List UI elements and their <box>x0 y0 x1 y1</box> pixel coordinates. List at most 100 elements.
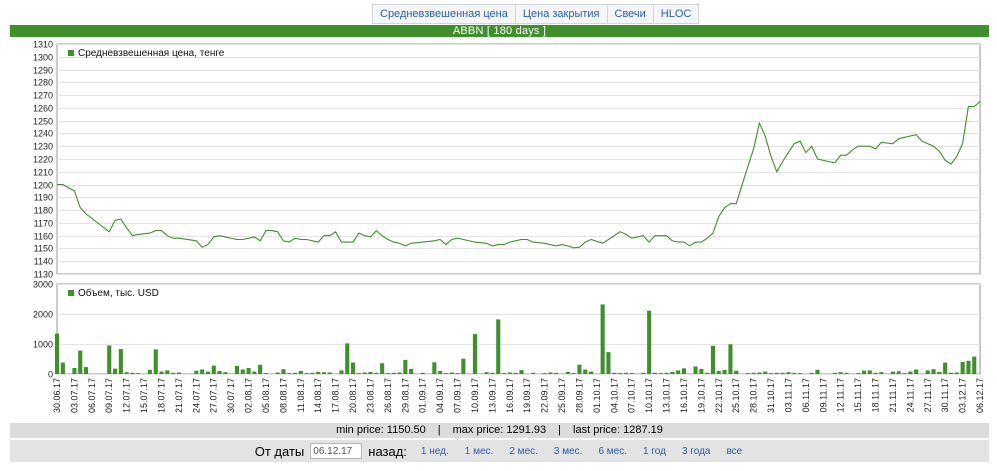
volume-bar <box>606 352 611 374</box>
price-y-tick-label: 1250 <box>33 117 53 127</box>
volume-bar <box>774 372 779 374</box>
price-y-tick-label: 1140 <box>34 257 53 267</box>
range-selector: От даты назад: 1 нед. 1 мес. 2 мес. 3 ме… <box>10 440 989 462</box>
volume-bar <box>658 373 663 374</box>
x-tick-label: 03.11.17 <box>783 378 793 412</box>
volume-bar <box>316 371 321 374</box>
volume-bar <box>844 372 849 374</box>
volume-bar <box>571 373 576 374</box>
volume-bar <box>856 373 861 374</box>
volume-bar <box>513 372 518 374</box>
volume-bar <box>908 371 913 374</box>
range-3-months-button[interactable]: 3 мес. <box>546 446 591 457</box>
volume-bar <box>298 371 303 374</box>
volume-bar <box>948 372 953 374</box>
x-tick-label: 21.07.17 <box>174 378 184 413</box>
x-tick-label: 31.10.17 <box>766 378 776 413</box>
x-tick-label: 07.09.17 <box>453 378 463 413</box>
volume-bar <box>345 343 350 374</box>
volume-bar <box>577 364 582 374</box>
volume-bar <box>496 319 501 374</box>
volume-bar <box>838 372 843 374</box>
x-tick-label: 20.08.17 <box>348 378 358 413</box>
volume-bar <box>815 369 820 374</box>
volume-bar <box>670 371 675 374</box>
volume-bar <box>565 371 570 374</box>
price-legend-label: Средневзвешенная цена, тенге <box>78 48 225 59</box>
range-1-week-button[interactable]: 1 нед. <box>413 446 457 457</box>
volume-bar <box>420 372 425 374</box>
x-tick-label: 05.08.17 <box>261 378 271 413</box>
x-tick-label: 07.10.17 <box>627 378 637 413</box>
range-1-month-button[interactable]: 1 мес. <box>457 446 502 457</box>
price-legend-swatch <box>68 50 74 56</box>
volume-bar <box>710 345 715 374</box>
volume-bar <box>716 371 721 374</box>
price-y-tick-label: 1220 <box>33 155 53 165</box>
x-tick-label: 11.08.17 <box>296 378 306 412</box>
from-date-label: От даты <box>254 443 305 459</box>
price-y-tick-label: 1160 <box>34 232 53 242</box>
min-price: min price: 1150.50 <box>336 424 426 436</box>
x-tick-label: 12.07.17 <box>122 378 132 413</box>
volume-bar <box>113 368 118 374</box>
volume-bar <box>751 372 756 374</box>
volume-bar <box>234 365 239 374</box>
date-input[interactable] <box>310 443 363 459</box>
volume-bar <box>832 372 837 374</box>
volume-y-tick-label: 0 <box>48 370 53 380</box>
volume-bar <box>159 371 164 374</box>
volume-bar <box>322 372 327 374</box>
x-tick-label: 26.08.17 <box>383 378 393 413</box>
volume-bar <box>960 362 965 374</box>
volume-bar <box>652 372 657 374</box>
x-tick-label: 17.08.17 <box>331 378 341 413</box>
x-tick-label: 13.10.17 <box>662 378 672 413</box>
price-y-tick-label: 1170 <box>34 219 53 229</box>
volume-bar <box>914 369 919 374</box>
volume-bar <box>310 372 315 374</box>
volume-bar <box>153 349 158 374</box>
price-y-tick-label: 1310 <box>33 40 53 50</box>
range-2-months-button[interactable]: 2 мес. <box>501 446 546 457</box>
volume-bar <box>728 344 733 374</box>
volume-bar <box>461 358 466 374</box>
x-tick-label: 03.12.17 <box>958 378 968 413</box>
volume-bar <box>84 367 89 374</box>
x-tick-label: 10.10.17 <box>644 378 654 413</box>
volume-bar <box>293 372 298 374</box>
price-y-tick-label: 1280 <box>33 78 53 88</box>
volume-bar <box>745 373 750 374</box>
volume-bar <box>368 371 373 374</box>
range-all-button[interactable]: все <box>718 446 750 457</box>
volume-bar <box>507 372 512 374</box>
volume-bar <box>240 369 245 374</box>
volume-bar <box>641 372 646 374</box>
x-tick-label: 23.08.17 <box>366 378 376 413</box>
volume-bar <box>438 371 443 374</box>
volume-bar <box>757 372 762 374</box>
x-tick-label: 14.08.17 <box>313 378 323 413</box>
x-tick-label: 27.07.17 <box>209 378 219 413</box>
volume-bar <box>699 368 704 374</box>
range-1-year-button[interactable]: 1 год <box>635 446 674 457</box>
x-tick-label: 18.11.17 <box>871 378 881 412</box>
range-3-years-button[interactable]: 3 года <box>674 446 719 457</box>
volume-bar <box>612 372 617 374</box>
range-6-months-button[interactable]: 6 мес. <box>590 446 635 457</box>
x-tick-label: 25.10.17 <box>731 378 741 413</box>
volume-bar <box>676 370 681 374</box>
x-tick-label: 30.07.17 <box>226 378 236 413</box>
x-tick-label: 04.10.17 <box>609 378 619 413</box>
volume-bar <box>304 373 309 374</box>
volume-bar <box>136 373 141 374</box>
last-price: last price: 1287.19 <box>573 424 663 436</box>
volume-bar <box>176 372 181 374</box>
volume-bar <box>403 359 408 374</box>
volume-plot-area <box>56 283 981 375</box>
volume-bar <box>554 372 559 374</box>
volume-bar <box>548 372 553 374</box>
x-tick-label: 02.08.17 <box>244 378 254 413</box>
volume-bar <box>200 369 205 374</box>
volume-bar <box>252 371 257 374</box>
